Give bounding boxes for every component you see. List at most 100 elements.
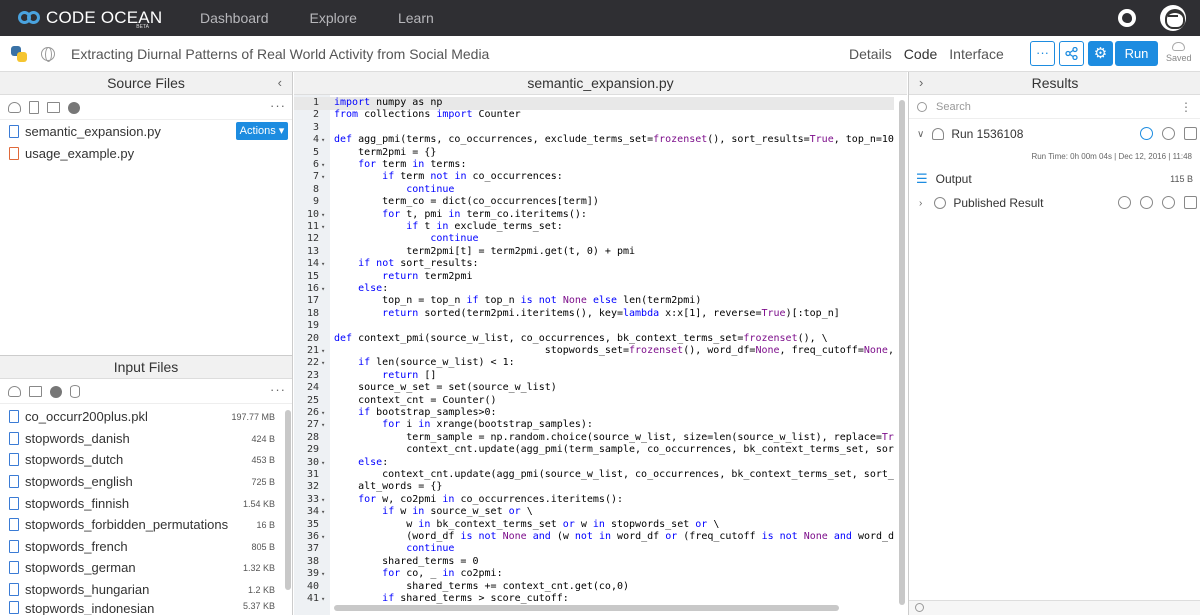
code-ocean-logo[interactable]: CODE OCEAN BETA bbox=[18, 8, 198, 30]
code-line[interactable]: 15 return term2pmi bbox=[294, 271, 894, 284]
input-files-more-icon[interactable]: ··· bbox=[270, 382, 286, 397]
tab-interface[interactable]: Interface bbox=[949, 46, 1003, 62]
history-icon[interactable] bbox=[1118, 196, 1131, 209]
input-file-item[interactable]: stopwords_danish 424 B bbox=[0, 428, 292, 449]
github-icon[interactable] bbox=[50, 385, 62, 398]
fold-arrow-icon[interactable]: ▾ bbox=[321, 209, 325, 222]
code-line[interactable]: 1 import numpy as np bbox=[294, 97, 894, 110]
code-line[interactable]: 19 bbox=[294, 320, 894, 333]
upload-cloud-icon[interactable] bbox=[8, 102, 21, 113]
fold-arrow-icon[interactable]: ▾ bbox=[321, 531, 325, 544]
fold-arrow-icon[interactable]: ▾ bbox=[321, 134, 325, 147]
code-line[interactable]: 3 bbox=[294, 122, 894, 135]
code-line[interactable]: 21 ▾ stopwords_set=frozenset(), word_df=N… bbox=[294, 345, 894, 358]
input-file-item[interactable]: stopwords_finnish 1.54 KB bbox=[0, 493, 292, 514]
input-file-item[interactable]: stopwords_english 725 B bbox=[0, 471, 292, 492]
code-line[interactable]: 6 ▾ for term in terms: bbox=[294, 159, 894, 172]
code-line[interactable]: 17 top_n = top_n if top_n is not None el… bbox=[294, 295, 894, 308]
fold-arrow-icon[interactable]: ▾ bbox=[321, 283, 325, 296]
new-file-icon[interactable] bbox=[29, 101, 39, 114]
code-line[interactable]: 38 shared_terms = 0 bbox=[294, 556, 894, 569]
collapse-left-icon[interactable]: ‹ bbox=[278, 72, 282, 94]
source-file-item[interactable]: usage_example.py bbox=[0, 143, 292, 164]
code-line[interactable]: 40 shared_terms += context_cnt.get(co,0) bbox=[294, 581, 894, 594]
fold-arrow-icon[interactable]: ▾ bbox=[321, 171, 325, 184]
settings-button[interactable]: ⚙ bbox=[1088, 41, 1113, 66]
input-files-scrollbar[interactable] bbox=[285, 410, 291, 590]
fold-arrow-icon[interactable]: ▾ bbox=[321, 407, 325, 420]
new-folder-icon[interactable] bbox=[29, 386, 42, 397]
expand-results-icon[interactable]: › bbox=[919, 72, 923, 94]
code-lines[interactable]: 1 import numpy as np 2 from collections imp… bbox=[294, 97, 907, 605]
code-line[interactable]: 22 ▾ if len(source_w_list) < 1: bbox=[294, 357, 894, 370]
results-search[interactable]: Search ⋮ bbox=[909, 95, 1200, 119]
code-line[interactable]: 4 ▾ def agg_pmi(terms, co_occurrences, exc… bbox=[294, 134, 894, 147]
code-line[interactable]: 12 continue bbox=[294, 233, 894, 246]
search-input[interactable]: Search bbox=[936, 101, 971, 113]
code-line[interactable]: 28 term_sample = np.random.choice(source… bbox=[294, 432, 894, 445]
code-line[interactable]: 2 from collections import Counter bbox=[294, 109, 894, 122]
user-avatar[interactable] bbox=[1160, 5, 1186, 31]
code-line[interactable]: 30 ▾ else: bbox=[294, 457, 894, 470]
code-line[interactable]: 10 ▾ for t, pmi in term_co.iteritems(): bbox=[294, 209, 894, 222]
code-line[interactable]: 24 source_w_set = set(source_w_list) bbox=[294, 382, 894, 395]
code-line[interactable]: 34 ▾ if w in source_w_set or \ bbox=[294, 506, 894, 519]
nav-learn[interactable]: Learn bbox=[398, 10, 434, 26]
fold-arrow-icon[interactable]: ▾ bbox=[321, 357, 325, 370]
code-line[interactable]: 35 w in bk_context_terms_set or w in sto… bbox=[294, 519, 894, 532]
results-more-icon[interactable]: ⋮ bbox=[1180, 100, 1192, 114]
info-icon[interactable] bbox=[1140, 196, 1153, 209]
input-file-item[interactable]: stopwords_german 1.32 KB bbox=[0, 557, 292, 578]
tab-details[interactable]: Details bbox=[849, 46, 892, 62]
input-file-item[interactable]: stopwords_forbidden_permutations 16 B bbox=[0, 514, 292, 535]
trash-icon[interactable] bbox=[1184, 196, 1197, 209]
code-line[interactable]: 13 term2pmi[t] = term2pmi.get(t, 0) + pm… bbox=[294, 246, 894, 259]
fold-arrow-icon[interactable]: ▾ bbox=[321, 221, 325, 234]
fold-arrow-icon[interactable]: ▾ bbox=[321, 494, 325, 507]
actions-dropdown-button[interactable]: Actions ▾ bbox=[236, 122, 288, 140]
code-line[interactable]: 25 context_cnt = Counter() bbox=[294, 395, 894, 408]
history-icon[interactable] bbox=[1140, 127, 1153, 140]
nav-explore[interactable]: Explore bbox=[310, 10, 357, 26]
code-line[interactable]: 8 continue bbox=[294, 184, 894, 197]
code-line[interactable]: 5 term2pmi = {} bbox=[294, 147, 894, 160]
code-line[interactable]: 41 ▾ if shared_terms > score_cutoff: bbox=[294, 593, 894, 605]
new-folder-icon[interactable] bbox=[47, 102, 60, 113]
code-line[interactable]: 14 ▾ if not sort_results: bbox=[294, 258, 894, 271]
source-files-more-icon[interactable]: ··· bbox=[270, 98, 286, 113]
published-result-item[interactable]: › Published Result bbox=[909, 195, 1200, 211]
code-line[interactable]: 18 return sorted(term2pmi.iteritems(), k… bbox=[294, 308, 894, 321]
code-line[interactable]: 36 ▾ (word_df is not None and (w not in w… bbox=[294, 531, 894, 544]
fold-arrow-icon[interactable]: ▾ bbox=[321, 457, 325, 470]
input-file-item[interactable]: stopwords_hungarian 1.2 KB bbox=[0, 579, 292, 600]
output-item[interactable]: ☰ Output 115 B bbox=[909, 171, 1200, 186]
help-lifebuoy-icon[interactable] bbox=[1118, 9, 1136, 27]
trash-icon[interactable] bbox=[1184, 127, 1197, 140]
code-line[interactable]: 11 ▾ if t in exclude_terms_set: bbox=[294, 221, 894, 234]
fold-arrow-icon[interactable]: ▾ bbox=[321, 419, 325, 432]
code-line[interactable]: 27 ▾ for i in xrange(bootstrap_samples): bbox=[294, 419, 894, 432]
download-cloud-icon[interactable] bbox=[1162, 127, 1175, 140]
code-line[interactable]: 33 ▾ for w, co2pmi in co_occurrences.iter… bbox=[294, 494, 894, 507]
database-icon[interactable] bbox=[70, 385, 80, 398]
code-line[interactable]: 37 continue bbox=[294, 543, 894, 556]
fold-arrow-icon[interactable]: ▾ bbox=[321, 159, 325, 172]
input-file-item[interactable]: stopwords_indonesian 5.37 KB bbox=[0, 601, 292, 615]
share-button[interactable] bbox=[1059, 41, 1084, 66]
nav-dashboard[interactable]: Dashboard bbox=[200, 10, 269, 26]
chevron-down-icon[interactable]: ∨ bbox=[917, 129, 924, 140]
source-file-item[interactable]: semantic_expansion.py Actions ▾ bbox=[0, 121, 292, 142]
chevron-right-icon[interactable]: › bbox=[919, 198, 922, 209]
github-icon[interactable] bbox=[68, 101, 80, 114]
tab-code[interactable]: Code bbox=[904, 46, 937, 62]
editor-vertical-scrollbar[interactable] bbox=[899, 100, 905, 605]
input-file-item[interactable]: stopwords_french 805 B bbox=[0, 536, 292, 557]
code-line[interactable]: 16 ▾ else: bbox=[294, 283, 894, 296]
code-line[interactable]: 9 term_co = dict(co_occurrences[term]) bbox=[294, 196, 894, 209]
code-line[interactable]: 31 context_cnt.update(agg_pmi(source_w_l… bbox=[294, 469, 894, 482]
code-line[interactable]: 20 def context_pmi(source_w_list, co_occu… bbox=[294, 333, 894, 346]
input-file-item[interactable]: stopwords_dutch 453 B bbox=[0, 449, 292, 470]
editor-horizontal-scrollbar[interactable] bbox=[334, 605, 839, 611]
upload-cloud-icon[interactable] bbox=[8, 386, 21, 397]
input-file-item[interactable]: co_occurr200plus.pkl 197.77 MB bbox=[0, 406, 292, 427]
